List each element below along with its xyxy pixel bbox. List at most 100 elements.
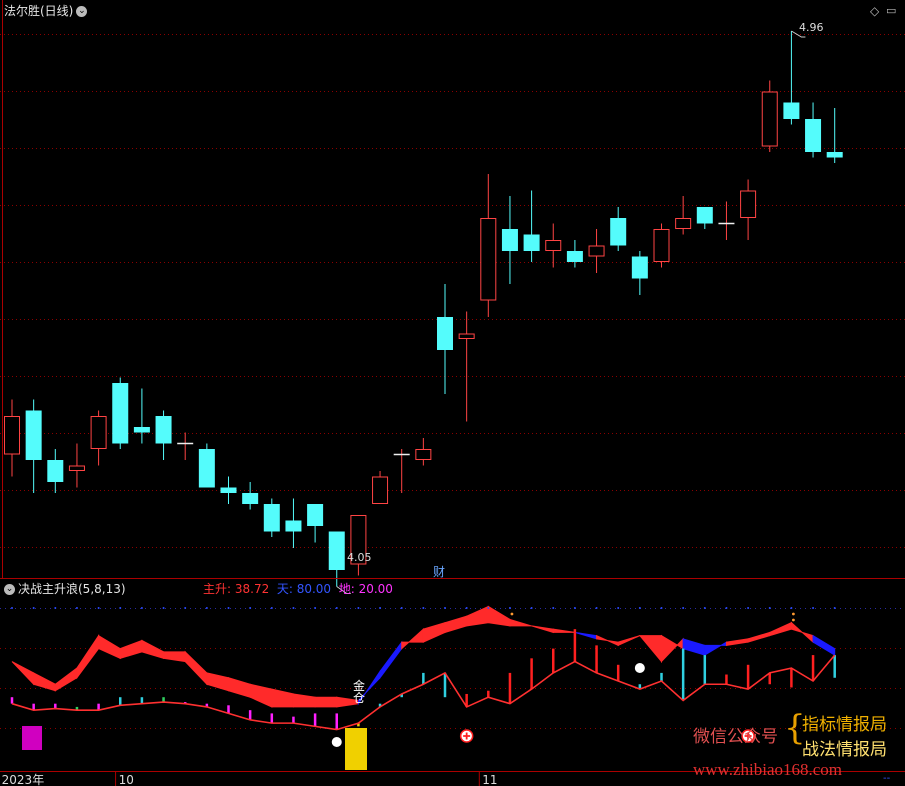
- sky-dot: [11, 607, 13, 609]
- candle: [4, 399, 20, 477]
- candle: [155, 410, 172, 460]
- signal-block: [22, 726, 42, 750]
- candle: [783, 31, 800, 125]
- sky-dot: [54, 607, 57, 609]
- sky-dot: [422, 607, 425, 609]
- ribbon-segment: [596, 634, 619, 647]
- candle: [675, 196, 692, 235]
- candle: [653, 223, 670, 268]
- ribbon-segment: [401, 628, 424, 650]
- candle-body: [112, 383, 129, 444]
- candle: [631, 251, 648, 295]
- candle-body: [328, 531, 345, 570]
- ribbon-segment: [725, 638, 749, 646]
- diamond-icon[interactable]: ◇: [870, 4, 879, 18]
- sky-dot: [249, 607, 252, 609]
- ribbon-segment: [531, 625, 554, 634]
- top-panel-header: 法尔胜(日线) ⌄: [4, 4, 88, 18]
- sky-dot: [444, 607, 446, 609]
- orange-dot: [792, 612, 795, 616]
- candle: [480, 174, 497, 317]
- sky-dot: [703, 607, 706, 609]
- chevron-down-icon[interactable]: ⌄: [4, 584, 15, 595]
- candle: [307, 504, 324, 543]
- ribbon-segment: [444, 615, 468, 634]
- sky-dot: [32, 607, 35, 609]
- sky-dot: [790, 607, 793, 609]
- candle-body: [588, 245, 605, 257]
- sky-dot: [747, 607, 750, 609]
- candle-body: [458, 333, 475, 339]
- candle-body: [437, 317, 453, 350]
- main-line: [11, 654, 836, 731]
- restore-icon[interactable]: ▭: [886, 4, 896, 18]
- orange-dot: [792, 618, 795, 622]
- ribbon-segment: [682, 638, 706, 656]
- sky-dot: [357, 607, 360, 609]
- ribbon-segment: [747, 631, 771, 643]
- ribbon-segment: [228, 677, 251, 698]
- candle: [68, 443, 85, 488]
- sky-dot: [292, 607, 295, 609]
- candle: [372, 471, 389, 504]
- ribbon-segment: [552, 628, 575, 633]
- signal-dot: [634, 663, 645, 673]
- ribbon-segment: [271, 688, 294, 708]
- signal-dot: [331, 737, 342, 747]
- ribbon-segment: [379, 640, 403, 680]
- candle: [718, 201, 735, 240]
- orange-dot: [510, 612, 514, 616]
- ribbon-segment: [184, 650, 208, 686]
- candlestick-series: [4, 30, 843, 594]
- candle-body: [653, 229, 670, 262]
- candle-body: [610, 218, 627, 246]
- sky-dot: [660, 607, 663, 609]
- candle-body: [826, 152, 843, 158]
- chevron-down-icon[interactable]: ⌄: [76, 6, 88, 17]
- ribbon-segment: [661, 634, 684, 663]
- candle-body: [242, 493, 259, 504]
- candle: [415, 438, 432, 466]
- candle-body: [740, 190, 757, 218]
- stock-title: 法尔胜(日线): [4, 4, 74, 18]
- ribbon-segment: [704, 641, 727, 656]
- candle-body: [4, 416, 20, 455]
- ribbon-segment: [54, 667, 78, 692]
- candle-body: [220, 487, 237, 493]
- stat-tian: 天: 80.00: [276, 582, 332, 596]
- ribbon-segment: [790, 621, 814, 644]
- candle: [826, 108, 843, 163]
- indicator-header: ⌄ 决战主升浪(5,8,13): [4, 582, 126, 596]
- candle-body: [783, 102, 800, 119]
- candle-body: [480, 218, 497, 301]
- candle: [437, 284, 453, 394]
- candle-body: [372, 476, 389, 504]
- ribbon-segment: [466, 605, 489, 627]
- sky-dot: [97, 607, 100, 609]
- candle: [588, 229, 605, 273]
- stat-zhusheng: 主升: 38.72: [203, 582, 270, 596]
- candle: [242, 482, 259, 510]
- x-axis: 2023年 10 11: [2, 772, 498, 786]
- ribbon-segment: [119, 639, 143, 659]
- ribbon-segment: [249, 683, 273, 708]
- ribbon-segment: [33, 672, 56, 692]
- sky-dot: [573, 607, 576, 609]
- buy-signal-label: 金仓: [353, 679, 366, 705]
- candle-body: [25, 410, 42, 460]
- candle-body: [133, 427, 150, 433]
- candle-body: [47, 460, 64, 482]
- sky-dot: [530, 607, 533, 609]
- candle-body: [675, 218, 692, 229]
- ribbon-segment: [76, 633, 100, 680]
- scroll-indicator[interactable]: --: [883, 772, 890, 786]
- financial-report-marker[interactable]: 财: [433, 565, 445, 579]
- sky-dot: [400, 607, 403, 609]
- watermark-line1: 指标情报局: [802, 715, 887, 735]
- candle-body: [415, 449, 432, 460]
- ribbon-segment: [141, 639, 165, 659]
- chart-canvas[interactable]: 2023年 10 11: [0, 0, 905, 786]
- sky-dot: [205, 607, 208, 609]
- sky-dot: [119, 607, 122, 609]
- low-price-label: 4.05: [347, 551, 372, 564]
